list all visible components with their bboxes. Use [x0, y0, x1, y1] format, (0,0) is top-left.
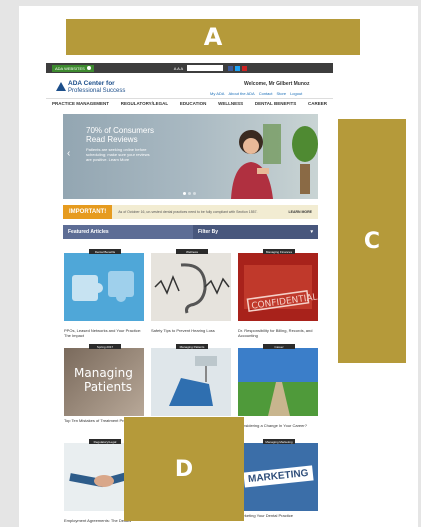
logo-subtitle[interactable]: Professional Success — [68, 88, 125, 94]
nav-regulatory-legal[interactable]: REGULATORY/LEGAL — [121, 101, 168, 106]
carousel-dots[interactable] — [183, 192, 196, 195]
annotation-label-d: D — [124, 417, 244, 521]
important-tag: IMPORTANT! — [63, 205, 113, 219]
link-my-ada[interactable]: My ADA — [210, 91, 224, 96]
important-banner: IMPORTANT! As of October 16, un-vested d… — [63, 205, 318, 219]
twitter-icon[interactable] — [235, 65, 241, 71]
card-tag: Spring 2017 — [89, 344, 121, 349]
nav-practice-management[interactable]: PRACTICE MANAGEMENT — [52, 101, 109, 106]
welcome-text: Welcome, Mr Gilbert Munoz — [244, 81, 310, 87]
puzzle-image — [64, 253, 144, 321]
user-links: My ADA About the ADA Contact Store Logou… — [210, 91, 302, 96]
card-tag: Career — [263, 344, 295, 349]
annotation-label-a: A — [66, 19, 360, 55]
card-caption[interactable]: Dr. Responsibility for Billing, Records,… — [238, 328, 318, 338]
facebook-icon[interactable] — [228, 65, 234, 71]
filter-by-label: Filter By — [198, 229, 219, 235]
link-contact[interactable]: Contact — [259, 91, 273, 96]
important-text: As of October 16, un-vested dental pract… — [118, 210, 258, 214]
card-caption[interactable]: Marketing Your Dental Practice — [238, 513, 318, 518]
card-tag: Managing Finances — [263, 249, 295, 254]
article-card-hearing[interactable]: Wellness Safety Tips to Prevent Hearing … — [151, 249, 231, 333]
chevron-down-icon — [86, 66, 91, 70]
card-caption[interactable]: Safety Tips to Prevent Hearing Loss — [151, 328, 231, 333]
ada-websites-label: ADA WEBSITES — [55, 65, 85, 71]
nav-dental-benefits[interactable]: DENTAL BENEFITS — [255, 101, 296, 106]
ada-logo-icon[interactable] — [56, 82, 66, 91]
link-about[interactable]: About the ADA — [228, 91, 254, 96]
filter-by-dropdown[interactable]: Filter By ▾ — [193, 225, 318, 239]
link-logout[interactable]: Logout — [290, 91, 302, 96]
plant-image — [292, 126, 318, 194]
card-caption[interactable]: Considering a Change In Your Career? — [238, 423, 318, 428]
card-tag: Wellness — [176, 249, 208, 254]
thumb-text-line1: Managing — [74, 366, 133, 380]
hero-title-line1: 70% of Consumers — [86, 126, 155, 135]
marketing-image: MARKETING — [238, 443, 318, 511]
nav-wellness[interactable]: WELLNESS — [218, 101, 243, 106]
annotation-label-c: C — [338, 119, 406, 363]
main-nav: PRACTICE MANAGEMENT REGULATORY/LEGAL EDU… — [46, 98, 333, 107]
nav-career[interactable]: CAREER — [308, 101, 327, 106]
youtube-icon[interactable] — [242, 65, 248, 71]
card-tag: Dental Benefits — [89, 249, 121, 254]
card-tag: Managing Marketing — [263, 439, 295, 444]
hero-title-line2: Read Reviews — [86, 135, 138, 144]
hero-carousel[interactable]: ‹ 70% of Consumers Read Reviews Patients… — [63, 114, 318, 199]
card-tag: Managing Patients — [176, 344, 208, 349]
link-store[interactable]: Store — [277, 91, 287, 96]
dental-chair-image — [151, 348, 231, 416]
article-card-managing-patients[interactable]: Spring 2017 Managing Patients Top Ten Mi… — [64, 344, 144, 423]
text-size-control[interactable]: A A A — [174, 66, 183, 71]
featured-articles-bar: Featured Articles Filter By ▾ — [63, 225, 318, 239]
article-card-ppos[interactable]: Dental Benefits PPOs, Leased Networks an… — [64, 249, 144, 338]
site-header: ADA Center for Professional Success Welc… — [46, 73, 333, 98]
article-card-billing[interactable]: Managing Finances CONFIDENTIAL Dr. Respo… — [238, 249, 318, 338]
hero-description: Patients are seeking online before sched… — [86, 147, 150, 162]
ada-websites-button[interactable]: ADA WEBSITES — [52, 64, 94, 72]
chevron-left-icon[interactable]: ‹ — [67, 148, 70, 159]
thumb-text: MARKETING — [243, 465, 314, 488]
logo-title[interactable]: ADA Center for — [68, 80, 115, 87]
managing-patients-image: Managing Patients — [64, 348, 144, 416]
thumb-text: Managing Patients — [74, 366, 133, 394]
chevron-down-icon: ▾ — [310, 229, 313, 235]
confidential-image: CONFIDENTIAL — [238, 253, 318, 321]
article-card-marketing[interactable]: Managing Marketing MARKETING Marketing Y… — [238, 439, 318, 518]
search-input[interactable] — [187, 65, 224, 71]
hero-title: 70% of Consumers Read Reviews — [86, 126, 154, 144]
ear-image — [151, 253, 231, 321]
utility-bar: ADA WEBSITES A A A — [46, 63, 333, 73]
hero-person-image — [231, 124, 281, 199]
featured-title: Featured Articles — [68, 229, 109, 235]
article-card-dental-chair[interactable]: Managing Patients — [151, 344, 231, 423]
learn-more-link[interactable]: LEARN MORE — [288, 210, 312, 214]
card-tag: Regulatory/Legal — [89, 439, 121, 444]
nav-education[interactable]: EDUCATION — [180, 101, 206, 106]
article-card-career[interactable]: Career Considering a Change In Your Care… — [238, 344, 318, 428]
boardwalk-image — [238, 348, 318, 416]
card-caption[interactable]: PPOs, Leased Networks and Your Practice:… — [64, 328, 144, 338]
thumb-text-line2: Patients — [84, 380, 133, 394]
